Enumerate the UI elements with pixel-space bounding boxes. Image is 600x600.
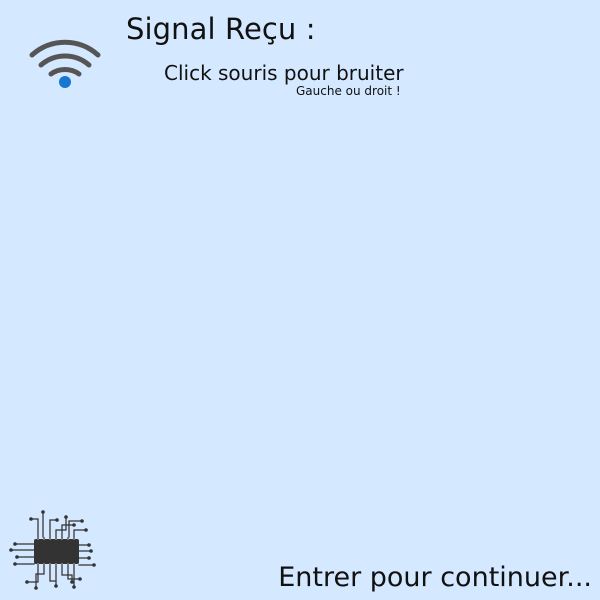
continue-prompt: Entrer pour continuer... [278, 562, 592, 593]
mouse-button-hint: Gauche ou droit ! [296, 84, 401, 98]
signal-title: Signal Reçu : [126, 12, 316, 46]
signal-screen: Signal Reçu : Click souris pour bruiter … [0, 0, 600, 600]
chip-icon [9, 510, 96, 590]
wifi-icon [29, 39, 101, 88]
